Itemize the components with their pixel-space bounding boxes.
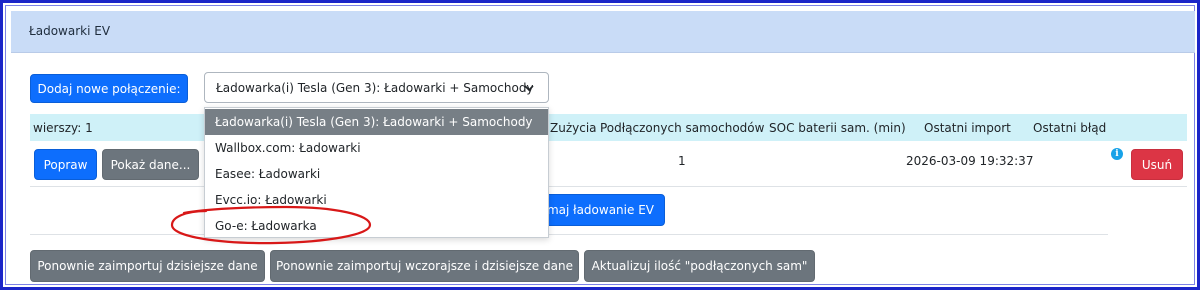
add-connection-button[interactable]: Dodaj nowe połączenie: — [30, 74, 188, 103]
connection-type-select[interactable]: Ładowarka(i) Tesla (Gen 3): Ładowarki + … — [204, 72, 549, 103]
connected-cars-value: 1 — [678, 154, 686, 168]
reimport-today-button[interactable]: Ponownie zaimportuj dzisiejsze dane — [30, 250, 265, 282]
connection-type-dropdown: Ładowarka(i) Tesla (Gen 3): Ładowarki + … — [204, 107, 549, 238]
dropdown-option-evcc[interactable]: Evcc.io: Ładowarki — [205, 187, 548, 213]
card-header: Ładowarki EV — [11, 11, 1195, 53]
dropdown-option-easee[interactable]: Easee: Ładowarki — [205, 161, 548, 187]
info-icon[interactable]: i — [1111, 148, 1123, 160]
chevron-down-icon — [524, 85, 534, 92]
col-last-import: Ostatni import — [924, 121, 1011, 135]
stop-charging-button[interactable]: ymaj ładowanie EV — [535, 194, 665, 226]
dropdown-option-go-e[interactable]: Go-e: Ładowarka — [205, 213, 548, 239]
section-divider — [30, 234, 1108, 235]
col-last-error: Ostatni błąd — [1033, 121, 1107, 135]
col-usage: Zużycia — [550, 121, 597, 135]
last-import-value: 2026-03-09 19:32:37 — [906, 154, 1034, 168]
dropdown-option-wallbox[interactable]: Wallbox.com: Ładowarki — [205, 135, 548, 161]
show-data-button[interactable]: Pokaż dane... — [102, 149, 199, 180]
col-soc-min: SOC baterii sam. (min) — [769, 121, 906, 135]
page-title: Ładowarki EV — [29, 24, 111, 38]
row-count-label: wierszy: 1 — [33, 121, 93, 135]
edit-button[interactable]: Popraw — [34, 149, 97, 180]
col-connected-cars: Podłączonych samochodów — [600, 121, 765, 135]
select-value: Ładowarka(i) Tesla (Gen 3): Ładowarki + … — [216, 80, 534, 95]
dropdown-option-tesla[interactable]: Ładowarka(i) Tesla (Gen 3): Ładowarki + … — [205, 109, 548, 135]
reimport-yesterday-today-button[interactable]: Ponownie zaimportuj wczorajsze i dzisiej… — [270, 250, 579, 282]
screenshot-frame: Ładowarki EV Dodaj nowe połączenie: Łado… — [0, 0, 1200, 290]
update-connected-cars-button[interactable]: Aktualizuj ilość "podłączonych sam" — [584, 250, 815, 282]
delete-button[interactable]: Usuń — [1131, 149, 1183, 180]
